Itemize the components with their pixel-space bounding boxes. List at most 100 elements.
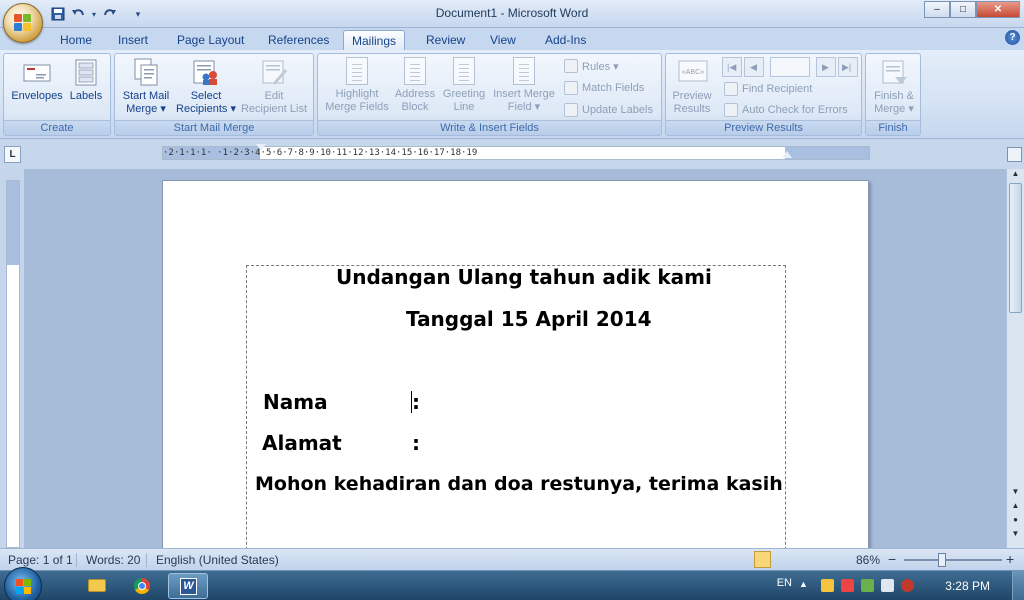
word-count[interactable]: Words: 20 [86, 553, 140, 567]
rules-button[interactable]: Rules ▾ [564, 57, 619, 75]
finish-merge-button[interactable]: Finish & Merge ▾ [869, 57, 919, 116]
last-record-button[interactable]: ▶| [838, 57, 858, 77]
zoom-in-icon[interactable]: + [1006, 551, 1014, 567]
labels-button[interactable]: Labels [66, 57, 106, 103]
previous-record-button[interactable]: ◀ [744, 57, 764, 77]
start-mail-merge-button[interactable]: Start Mail Merge ▾ [117, 57, 175, 116]
chrome-taskbar-button[interactable] [122, 573, 162, 599]
previous-page-icon[interactable]: ▲ [1009, 501, 1022, 514]
tab-view[interactable]: View [482, 30, 524, 50]
zoom-slider-thumb[interactable] [938, 553, 946, 567]
status-separator [76, 553, 77, 567]
network-tool-icon[interactable] [861, 579, 874, 592]
envelope-icon [22, 57, 52, 87]
tab-selector[interactable]: L [4, 146, 21, 163]
volume-muted-icon[interactable] [901, 579, 914, 592]
rules-label: Rules ▾ [582, 60, 619, 73]
insert-merge-field-button[interactable]: Insert Merge Field ▾ [490, 57, 558, 114]
alamat-colon[interactable]: : [412, 431, 420, 455]
tab-review[interactable]: Review [418, 30, 473, 50]
right-indent-marker[interactable] [782, 151, 792, 158]
next-record-icon: ▶ [822, 62, 829, 72]
scroll-down-icon[interactable]: ▼ [1009, 487, 1022, 500]
minimize-button[interactable]: – [924, 1, 950, 18]
tab-insert[interactable]: Insert [110, 30, 156, 50]
previous-record-icon: ◀ [750, 62, 757, 72]
closing-text[interactable]: Mohon kehadiran dan doa restunya, terima… [255, 473, 783, 495]
highlight-merge-fields-button[interactable]: Highlight Merge Fields [321, 57, 393, 114]
view-ruler-icon[interactable] [1007, 147, 1022, 162]
show-hidden-icons-icon[interactable]: ▲ [799, 579, 812, 592]
next-record-button[interactable]: ▶ [816, 57, 836, 77]
ribbon-tabs: Home Insert Page Layout References Maili… [0, 28, 1024, 50]
tab-add-ins[interactable]: Add-Ins [537, 30, 594, 50]
vertical-ruler[interactable] [6, 180, 20, 548]
address-block-icon [404, 57, 426, 85]
document-page[interactable]: Undangan Ulang tahun adik kami Tanggal 1… [162, 180, 869, 548]
tab-mailings[interactable]: Mailings [343, 30, 406, 50]
zoom-slider[interactable] [904, 559, 1002, 561]
edit-recipient-list-button[interactable]: Edit Recipient List [237, 57, 311, 116]
help-icon[interactable]: ? [1005, 30, 1020, 45]
nama-label[interactable]: Nama [263, 390, 328, 414]
explorer-taskbar-button[interactable] [76, 573, 116, 599]
auto-check-errors-button[interactable]: Auto Check for Errors [724, 101, 848, 119]
group-preview-results-label: Preview Results [666, 120, 861, 135]
draft-icon[interactable] [830, 551, 847, 568]
tab-home[interactable]: Home [52, 30, 100, 50]
network-icon[interactable] [881, 579, 894, 592]
outline-icon[interactable] [811, 551, 828, 568]
select-browse-object-icon[interactable]: ● [1009, 515, 1022, 528]
find-recipient-button[interactable]: Find Recipient [724, 80, 812, 98]
group-write-insert-label: Write & Insert Fields [318, 120, 661, 135]
language-status[interactable]: English (United States) [156, 553, 279, 567]
address-block-button[interactable]: Address Block [392, 57, 438, 114]
preview-results-button[interactable]: «ABC» Preview Results [668, 57, 716, 116]
close-button[interactable]: ✕ [976, 1, 1020, 18]
invitation-date[interactable]: Tanggal 15 April 2014 [406, 307, 652, 331]
system-clock[interactable]: 3:28 PM [945, 579, 990, 593]
tab-page-layout[interactable]: Page Layout [169, 30, 252, 50]
taskbar: W EN ▲ 3:28 PM [0, 567, 1024, 600]
start-button[interactable] [4, 567, 42, 600]
web-layout-icon[interactable] [792, 551, 809, 568]
status-bar: Page: 1 of 1 Words: 20 English (United S… [0, 548, 1024, 570]
office-button[interactable] [3, 3, 43, 43]
zoom-level[interactable]: 86% [856, 553, 880, 567]
window-controls: – □ ✕ [924, 1, 1020, 18]
show-desktop-button[interactable] [1012, 571, 1024, 600]
select-recipients-button[interactable]: Select Recipients ▾ [173, 57, 239, 116]
record-number-input[interactable] [770, 57, 810, 77]
window-title: Document1 - Microsoft Word [435, 6, 589, 20]
maximize-button[interactable]: □ [950, 1, 976, 18]
nama-colon[interactable]: : [412, 390, 420, 414]
document-area[interactable]: Undangan Ulang tahun adik kami Tanggal 1… [24, 169, 1006, 548]
match-fields-button[interactable]: Match Fields [564, 79, 644, 97]
update-labels-label: Update Labels [582, 104, 653, 116]
envelopes-button[interactable]: Envelopes [9, 57, 65, 103]
first-record-button[interactable]: |◀ [722, 57, 742, 77]
match-fields-icon [564, 81, 578, 95]
print-layout-icon[interactable] [754, 551, 771, 568]
folder-icon [88, 579, 106, 592]
horizontal-ruler[interactable]: ·2·1·1·1· ·1·2·3·4·5·6·7·8·9·10·11·12·13… [162, 144, 870, 160]
page-count[interactable]: Page: 1 of 1 [8, 553, 73, 567]
language-indicator[interactable]: EN [777, 577, 792, 589]
full-screen-reading-icon[interactable] [773, 551, 790, 568]
tab-references[interactable]: References [260, 30, 337, 50]
left-indent-marker[interactable] [256, 144, 266, 151]
status-separator [146, 553, 147, 567]
notification-icon[interactable] [821, 579, 834, 592]
vertical-scrollbar[interactable]: ▲ ▼ ▲ ● ▼ [1006, 169, 1024, 548]
security-flag-icon[interactable] [841, 579, 854, 592]
zoom-out-icon[interactable]: − [888, 551, 896, 567]
scrollbar-thumb[interactable] [1009, 183, 1022, 313]
scroll-up-icon[interactable]: ▲ [1009, 169, 1022, 182]
greeting-line-button[interactable]: Greeting Line [440, 57, 488, 114]
next-page-icon[interactable]: ▼ [1009, 529, 1022, 542]
word-taskbar-button[interactable]: W [168, 573, 208, 599]
alamat-label[interactable]: Alamat [262, 431, 342, 455]
find-recipient-label: Find Recipient [742, 83, 813, 95]
update-labels-button[interactable]: Update Labels [564, 101, 653, 119]
invitation-title[interactable]: Undangan Ulang tahun adik kami [336, 265, 712, 289]
